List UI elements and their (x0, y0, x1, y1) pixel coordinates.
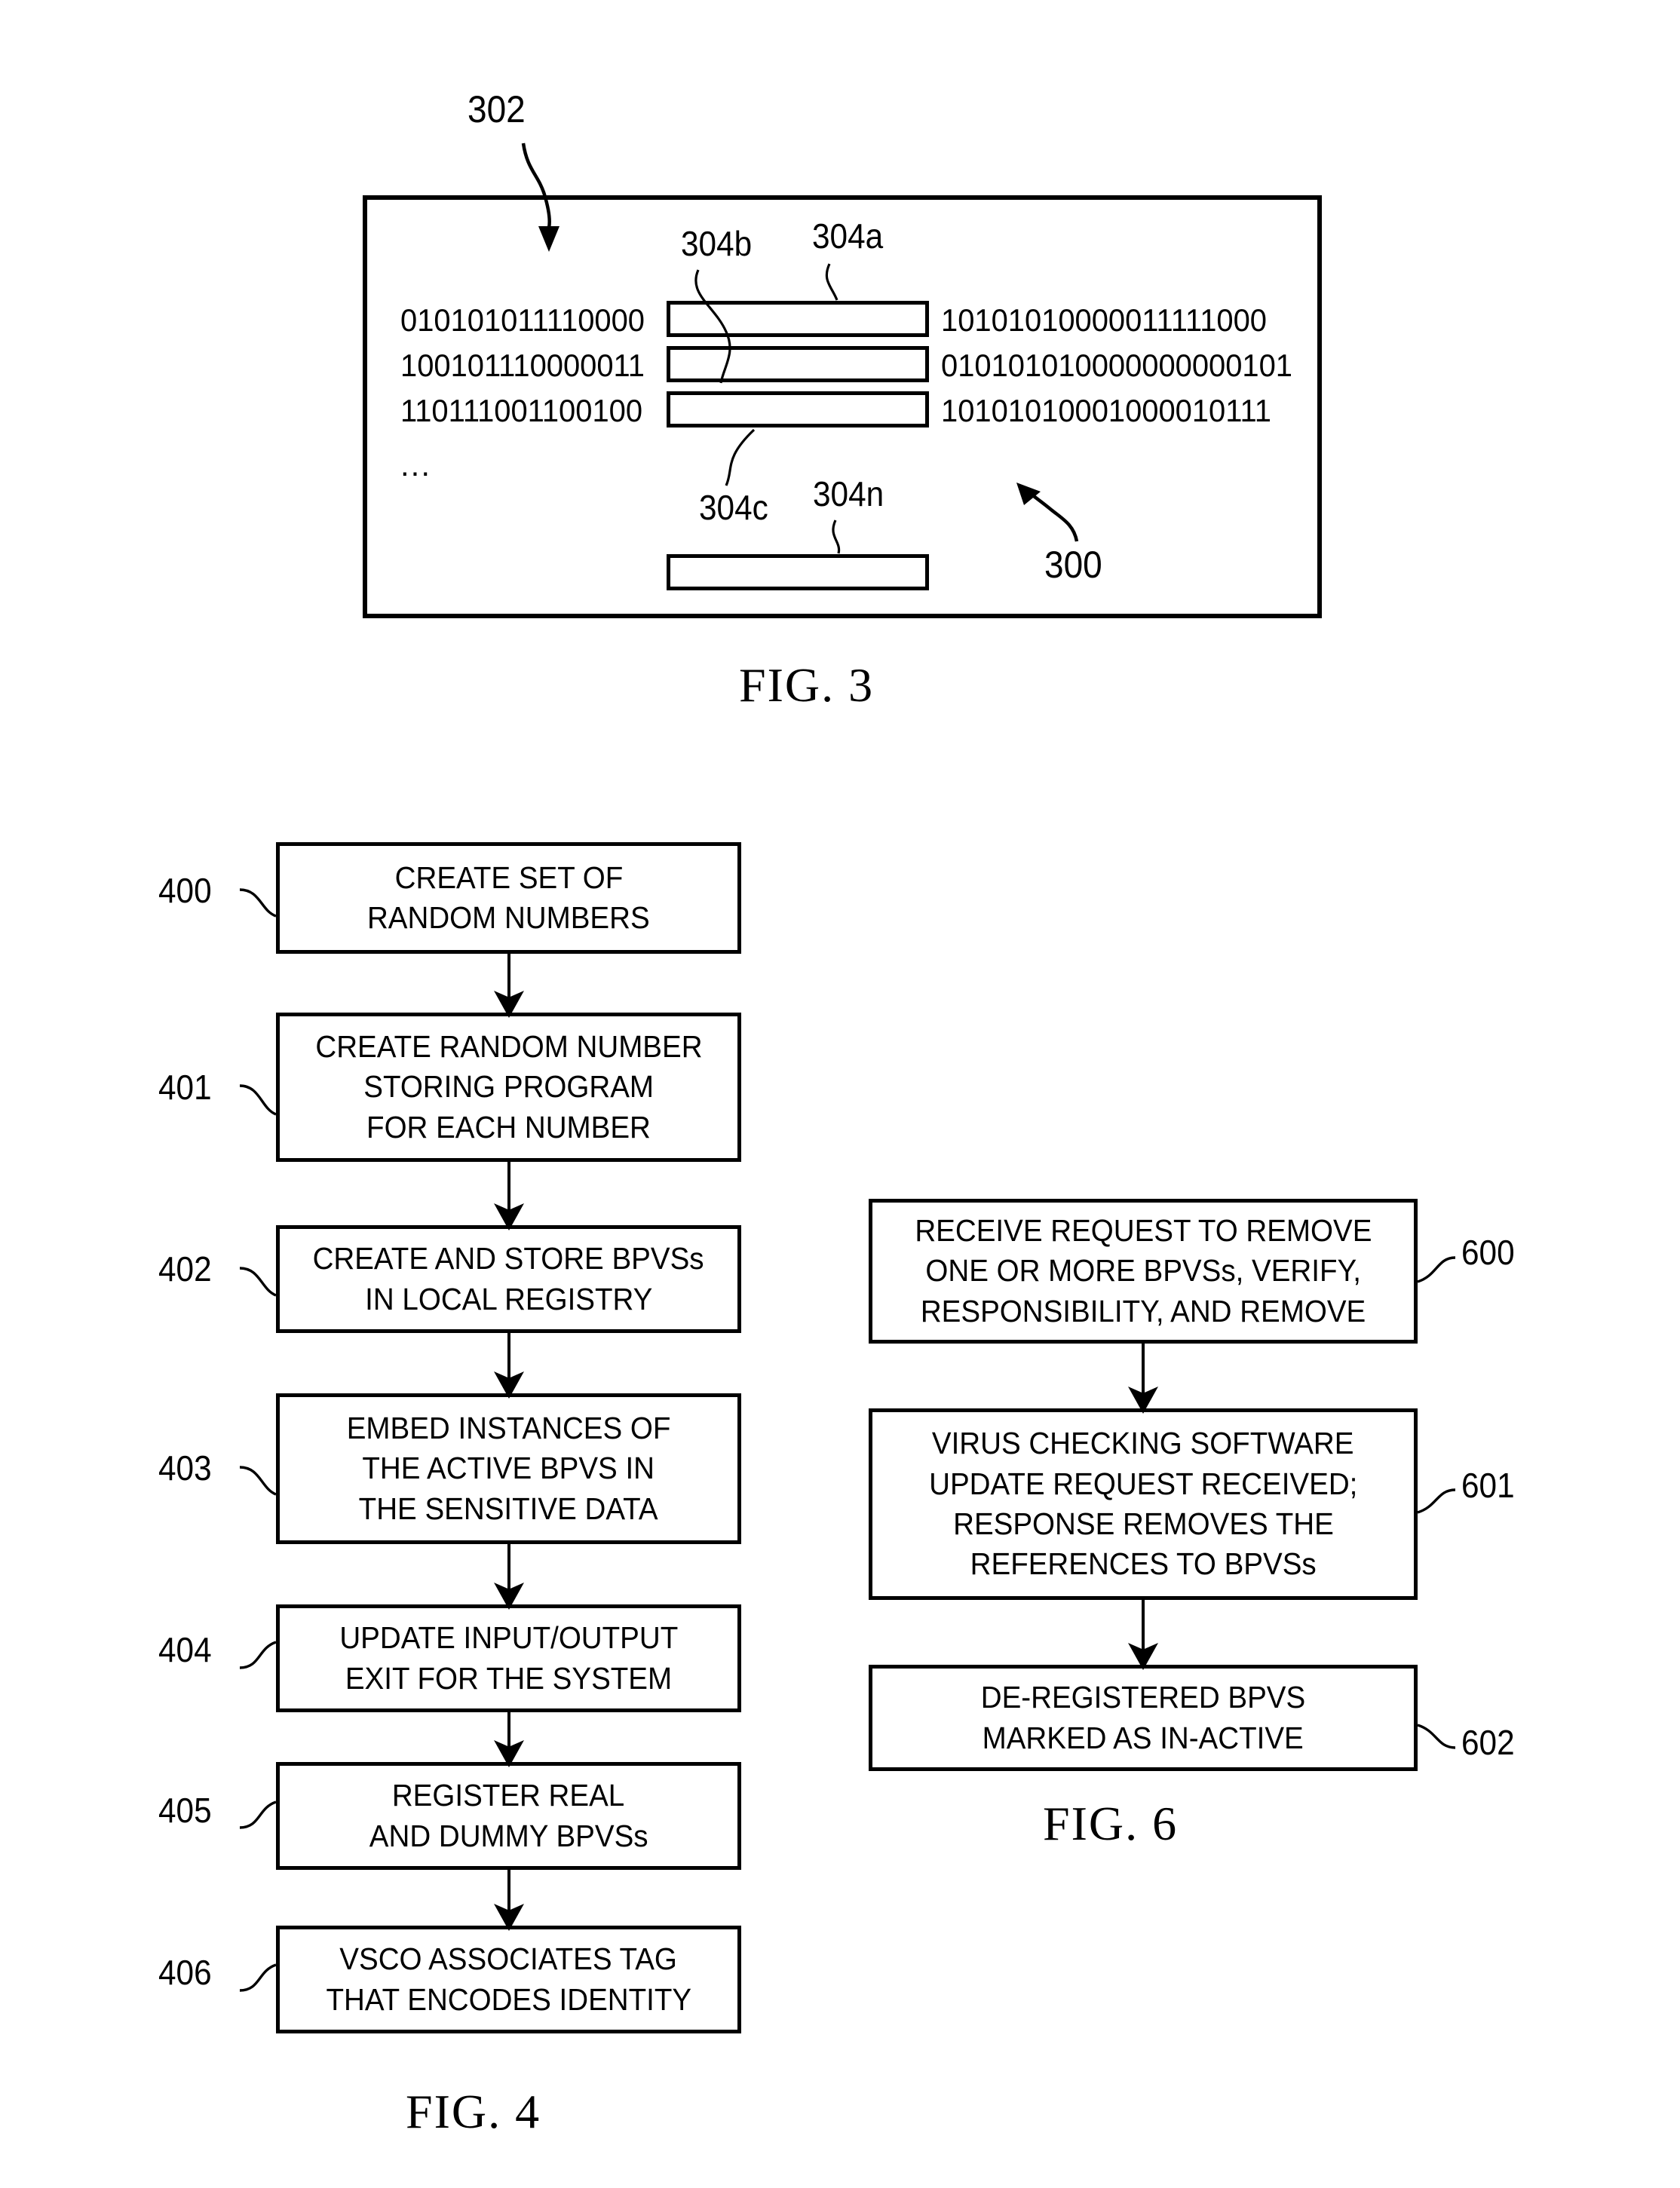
ref-602-label: 602 (1461, 1723, 1515, 1762)
flow-step-403-line-2: THE ACTIVE BPVS IN (362, 1451, 655, 1486)
flow-step-401-box: CREATE RANDOM NUMBER STORING PROGRAM FOR… (276, 1013, 741, 1162)
ref-401-label: 401 (158, 1068, 212, 1107)
ref-600-label: 600 (1461, 1233, 1515, 1272)
flow-step-402-line-1: CREATE AND STORE BPVSs (313, 1241, 704, 1276)
flow-step-600-line-1: RECEIVE REQUEST TO REMOVE (914, 1213, 1372, 1249)
bpvs-slot-304a (667, 301, 929, 337)
leader-406 (239, 1963, 277, 1992)
flow-step-405-box: REGISTER REAL AND DUMMY BPVSs (276, 1762, 741, 1870)
flow-step-406-line-2: THAT ENCODES IDENTITY (326, 1981, 691, 2017)
binary-string-right-2: 010101010000000000101 (941, 348, 1293, 383)
flow-step-403-box: EMBED INSTANCES OF THE ACTIVE BPVS IN TH… (276, 1393, 741, 1544)
leader-401 (239, 1084, 277, 1116)
flow-step-404-line-2: EXIT FOR THE SYSTEM (345, 1660, 673, 1696)
leader-602 (1417, 1724, 1456, 1749)
ref-302-label: 302 (468, 88, 526, 130)
flow-step-406-line-1: VSCO ASSOCIATES TAG (339, 1941, 678, 1977)
binary-string-left-2: 100101110000011 (400, 348, 645, 383)
ref-406-label: 406 (158, 1953, 212, 1992)
flow-step-601-line-2: UPDATE REQUEST RECEIVED; (928, 1466, 1358, 1501)
flow-step-401-line-2: STORING PROGRAM (363, 1069, 654, 1105)
flow-step-400-line-1: CREATE SET OF (394, 860, 623, 895)
leader-402 (239, 1267, 277, 1297)
ref-304a-label: 304a (812, 216, 884, 256)
flow-step-601-line-1: VIRUS CHECKING SOFTWARE (932, 1426, 1354, 1461)
figure-6-caption: FIG. 6 (1043, 1797, 1179, 1850)
flow-step-601-line-3: RESPONSE REMOVES THE (952, 1506, 1334, 1541)
flow-step-404-line-1: UPDATE INPUT/OUTPUT (339, 1620, 678, 1656)
flow-step-403-line-3: THE SENSITIVE DATA (359, 1491, 658, 1526)
leader-601 (1417, 1488, 1456, 1514)
flow-step-600-line-3: RESPONSIBILITY, AND REMOVE (920, 1293, 1366, 1328)
flow-step-600-box: RECEIVE REQUEST TO REMOVE ONE OR MORE BP… (869, 1199, 1418, 1344)
ref-601-label: 601 (1461, 1466, 1515, 1505)
flow-step-406-box: VSCO ASSOCIATES TAG THAT ENCODES IDENTIT… (276, 1926, 741, 2033)
ref-402-label: 402 (158, 1249, 212, 1289)
ref-404-label: 404 (158, 1630, 212, 1669)
leader-403 (239, 1466, 277, 1496)
bpvs-slot-304n (667, 554, 929, 590)
flow-step-601-box: VIRUS CHECKING SOFTWARE UPDATE REQUEST R… (869, 1408, 1418, 1600)
flow-step-401-line-1: CREATE RANDOM NUMBER (314, 1029, 703, 1065)
flow-step-404-box: UPDATE INPUT/OUTPUT EXIT FOR THE SYSTEM (276, 1604, 741, 1712)
flow-step-402-box: CREATE AND STORE BPVSs IN LOCAL REGISTRY (276, 1225, 741, 1333)
flow-step-602-line-1: DE-REGISTERED BPVS (980, 1680, 1306, 1715)
patent-drawing-sheet: 302 304b 304a 010101011110000 1001011100… (0, 0, 1680, 2188)
binary-string-left-3: 110111001100100 (400, 393, 643, 428)
binary-string-right-1: 10101010000011111000 (941, 302, 1267, 338)
flow-step-405-line-1: REGISTER REAL (392, 1778, 625, 1813)
flow-step-401-line-3: FOR EACH NUMBER (366, 1109, 651, 1145)
leader-600 (1417, 1256, 1456, 1283)
flow-step-602-box: DE-REGISTERED BPVS MARKED AS IN-ACTIVE (869, 1665, 1418, 1771)
binary-string-left-1: 010101011110000 (400, 302, 645, 338)
ellipsis-more-rows: ... (400, 447, 432, 483)
figure-4-caption: FIG. 4 (406, 2085, 541, 2138)
figure-3-caption: FIG. 3 (739, 658, 875, 712)
flow-step-601-line-4: REFERENCES TO BPVSs (970, 1546, 1317, 1582)
binary-string-right-3: 10101010001000010111 (941, 393, 1271, 428)
bpvs-slot-304b (667, 346, 929, 382)
leader-400 (239, 888, 277, 918)
leader-404 (239, 1641, 277, 1669)
flow-step-400-line-2: RANDOM NUMBERS (367, 900, 650, 935)
ref-403-label: 403 (158, 1448, 212, 1488)
ref-300-label: 300 (1044, 544, 1102, 586)
flow-step-405-line-2: AND DUMMY BPVSs (369, 1818, 648, 1853)
ref-405-label: 405 (158, 1791, 212, 1830)
flow-step-402-line-2: IN LOCAL REGISTRY (364, 1281, 653, 1316)
flow-step-600-line-2: ONE OR MORE BPVSs, VERIFY, (925, 1253, 1361, 1289)
ref-304n-label: 304n (813, 474, 884, 513)
flow-step-403-line-1: EMBED INSTANCES OF (346, 1411, 671, 1446)
ref-304b-label: 304b (681, 224, 753, 263)
flow-step-400-box: CREATE SET OF RANDOM NUMBERS (276, 842, 741, 954)
flow-step-602-line-2: MARKED AS IN-ACTIVE (982, 1720, 1304, 1755)
bpvs-slot-304c (667, 391, 929, 427)
ref-304c-label: 304c (699, 488, 768, 527)
ref-400-label: 400 (158, 871, 212, 910)
leader-405 (239, 1800, 277, 1829)
